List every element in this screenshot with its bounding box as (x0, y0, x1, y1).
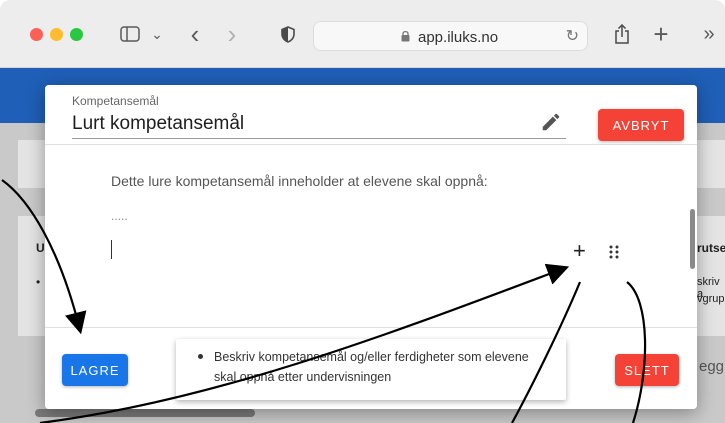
address-bar[interactable]: app.iluks.no ↻ (313, 21, 588, 51)
rich-text-editor[interactable]: Dette lure kompetansemål inneholder at e… (45, 146, 697, 327)
forward-icon[interactable]: › (222, 19, 242, 49)
sidebar-toggle-icon[interactable] (118, 20, 142, 48)
new-tab-icon[interactable]: + (651, 19, 671, 49)
editor-scrollbar[interactable] (690, 209, 695, 269)
pencil-icon[interactable] (540, 111, 562, 133)
background-text: • (36, 275, 41, 289)
delete-button[interactable]: SLETT (615, 354, 679, 386)
reload-icon[interactable]: ↻ (566, 26, 579, 46)
shield-icon[interactable] (278, 20, 298, 48)
background-text: U (36, 241, 45, 255)
text-cursor (111, 240, 112, 259)
drag-handle-icon[interactable] (608, 244, 620, 260)
background-text: egg (699, 358, 725, 375)
background-text: vgrup (697, 293, 725, 305)
background-card (697, 140, 725, 188)
screenshot-stage: ⌄ ‹ › app.iluks.no ↻ + » U • rutse skriv… (0, 0, 725, 423)
cancel-button[interactable]: AVBRYT (598, 109, 684, 141)
chevron-down-icon[interactable]: ⌄ (150, 20, 164, 48)
back-icon[interactable]: ‹ (185, 19, 205, 49)
competence-goal-dialog: Kompetansemål Lurt kompetansemål AVBRYT … (45, 85, 697, 409)
overflow-icon[interactable]: » (700, 20, 718, 48)
horizontal-scrollbar[interactable] (35, 409, 255, 417)
input-underline (72, 138, 566, 139)
browser-toolbar: ⌄ ‹ › app.iluks.no ↻ + » (0, 0, 725, 68)
field-label: Kompetansemål (72, 94, 159, 108)
lock-icon (401, 30, 410, 42)
dialog-header: Kompetansemål Lurt kompetansemål AVBRYT (45, 85, 697, 145)
background-card (18, 216, 46, 336)
background-card (18, 140, 46, 188)
hint-tooltip: Beskriv kompetansemål og/eller ferdighet… (176, 339, 566, 400)
dialog-footer: LAGRE Beskriv kompetansemål og/eller fer… (45, 327, 697, 409)
tooltip-bullet (198, 354, 203, 359)
background-text: rutse (697, 241, 725, 255)
tooltip-text: Beskriv kompetansemål og/eller ferdighet… (214, 350, 529, 384)
close-window-button[interactable] (30, 28, 43, 41)
save-button[interactable]: LAGRE (62, 354, 128, 386)
share-icon[interactable] (612, 20, 632, 48)
minimize-window-button[interactable] (50, 28, 63, 41)
editor-paragraph: ..... (111, 209, 128, 223)
competence-goal-title-input[interactable]: Lurt kompetansemål (72, 113, 244, 135)
address-url: app.iluks.no (418, 29, 499, 46)
editor-paragraph: Dette lure kompetansemål inneholder at e… (111, 173, 488, 189)
zoom-window-button[interactable] (70, 28, 83, 41)
add-block-icon[interactable]: + (573, 240, 586, 262)
